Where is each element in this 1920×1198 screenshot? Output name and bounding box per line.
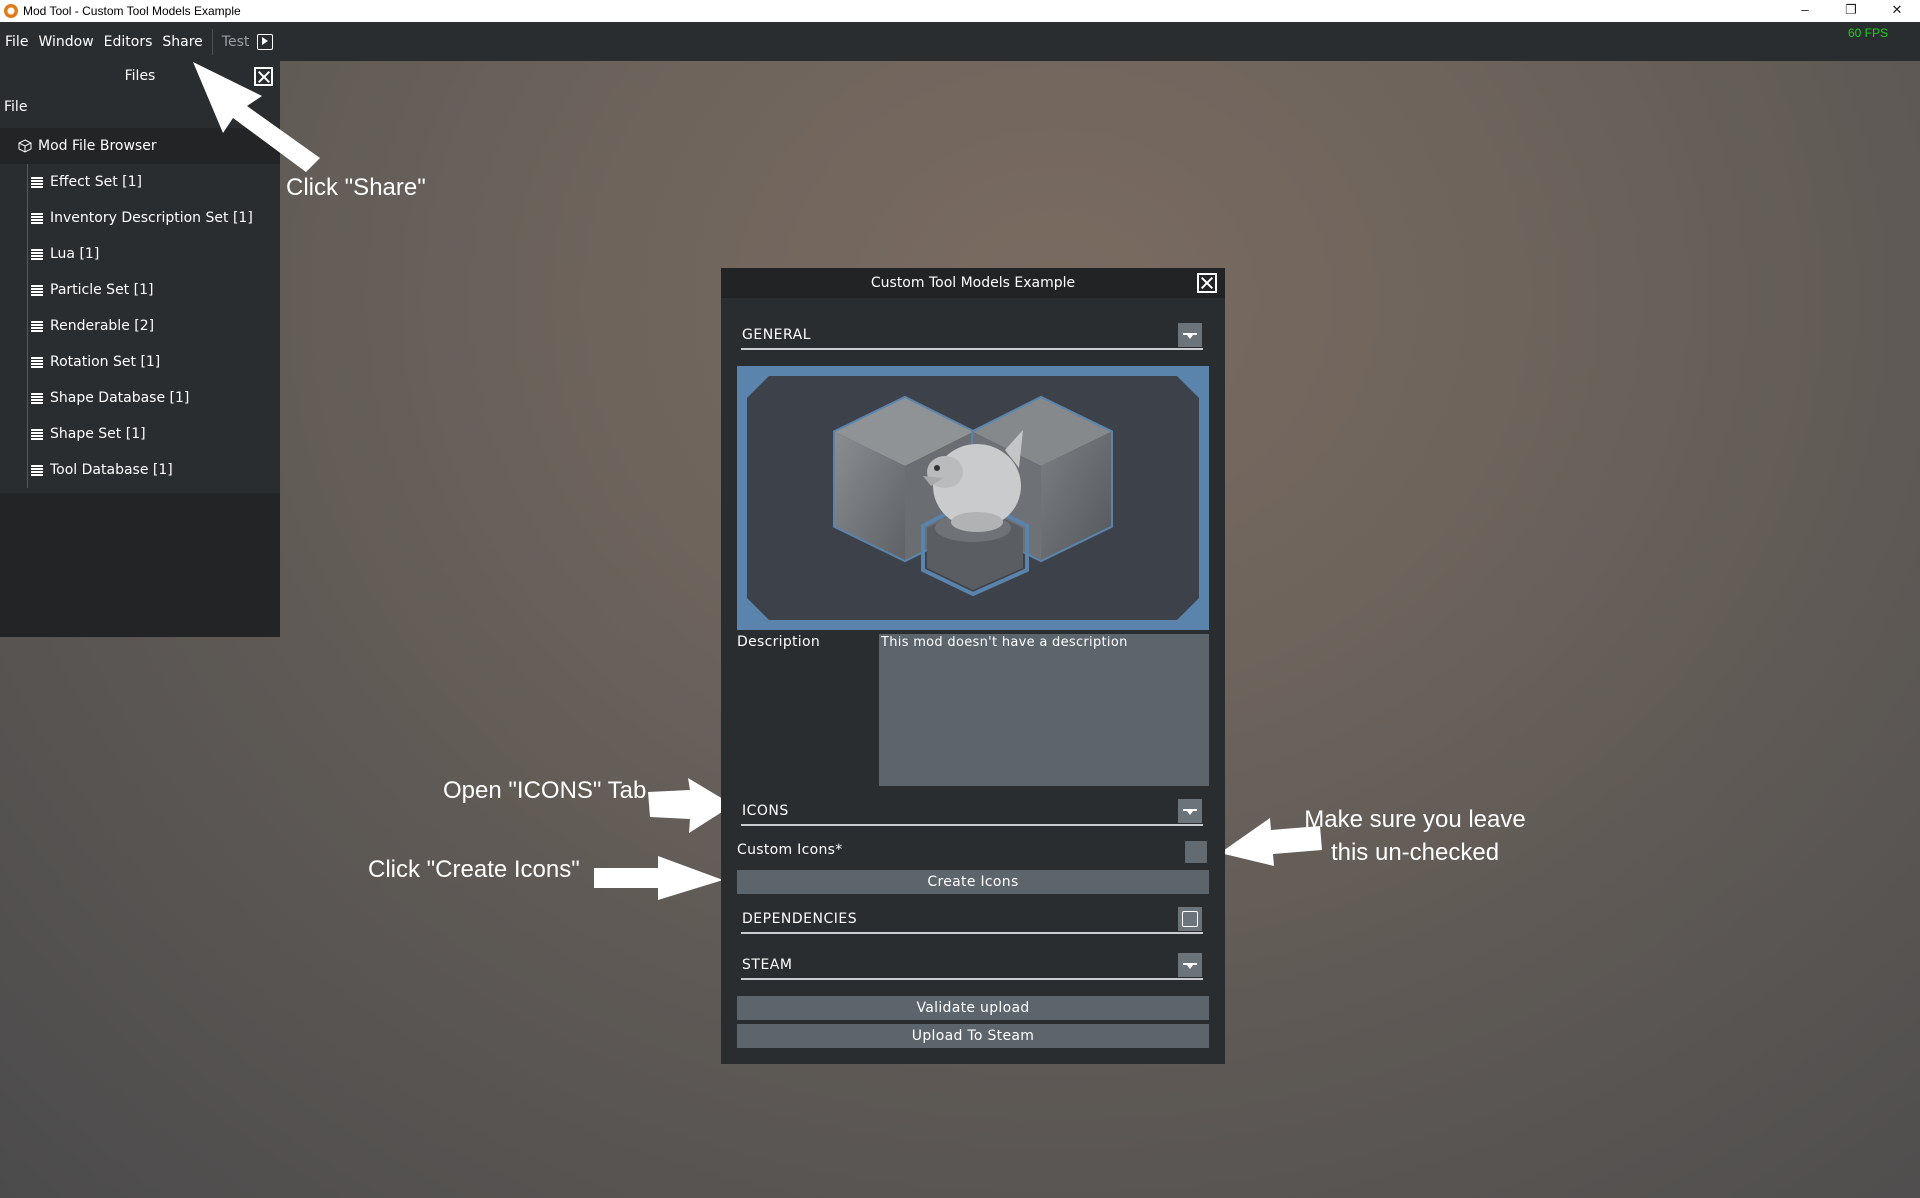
annotation-click-share: Click "Share" [286, 174, 426, 201]
arrow-to-share-icon [193, 62, 320, 172]
custom-icons-label: Custom Icons* [737, 842, 843, 858]
section-icons-label: ICONS [742, 803, 789, 819]
section-dependencies[interactable]: DEPENDENCIES [741, 904, 1203, 934]
upload-to-steam-button[interactable]: Upload To Steam [737, 1024, 1209, 1048]
chevron-down-icon[interactable] [1178, 953, 1202, 977]
annotation-leave-unchecked-line2: this un-checked [1330, 839, 1500, 866]
mod-preview-image [737, 366, 1209, 630]
annotation-leave-unchecked: Make sure you leave this un-checked [1290, 803, 1540, 869]
section-general-label: GENERAL [742, 327, 812, 343]
section-general[interactable]: GENERAL [741, 320, 1203, 350]
section-steam-label: STEAM [742, 957, 793, 973]
annotation-click-create-icons: Click "Create Icons" [368, 856, 580, 883]
close-icon[interactable] [1197, 273, 1217, 293]
validate-upload-button[interactable]: Validate upload [737, 996, 1209, 1020]
mod-dialog: Custom Tool Models Example GENERAL Descr… [721, 268, 1225, 1064]
expand-icon[interactable] [1178, 907, 1202, 931]
figure-base [951, 512, 1003, 532]
chevron-down-icon[interactable] [1178, 323, 1202, 347]
section-steam[interactable]: STEAM [741, 950, 1203, 980]
preview-render [833, 395, 1113, 597]
figure-eye [934, 465, 940, 471]
description-label: Description [737, 634, 821, 650]
custom-icons-checkbox[interactable] [1185, 841, 1207, 863]
annotation-open-icons: Open "ICONS" Tab [443, 777, 647, 804]
arrow-to-create-icons-icon [594, 856, 723, 900]
preview-inner [747, 376, 1199, 620]
section-dependencies-label: DEPENDENCIES [742, 911, 858, 927]
dialog-title-bar: Custom Tool Models Example [721, 268, 1225, 298]
section-icons[interactable]: ICONS [741, 796, 1203, 826]
annotation-leave-unchecked-line1: Make sure you leave [1304, 806, 1526, 833]
dialog-title: Custom Tool Models Example [870, 275, 1076, 291]
chevron-down-icon[interactable] [1178, 799, 1202, 823]
create-icons-button[interactable]: Create Icons [737, 870, 1209, 894]
description-input[interactable]: This mod doesn't have a description [879, 634, 1209, 786]
